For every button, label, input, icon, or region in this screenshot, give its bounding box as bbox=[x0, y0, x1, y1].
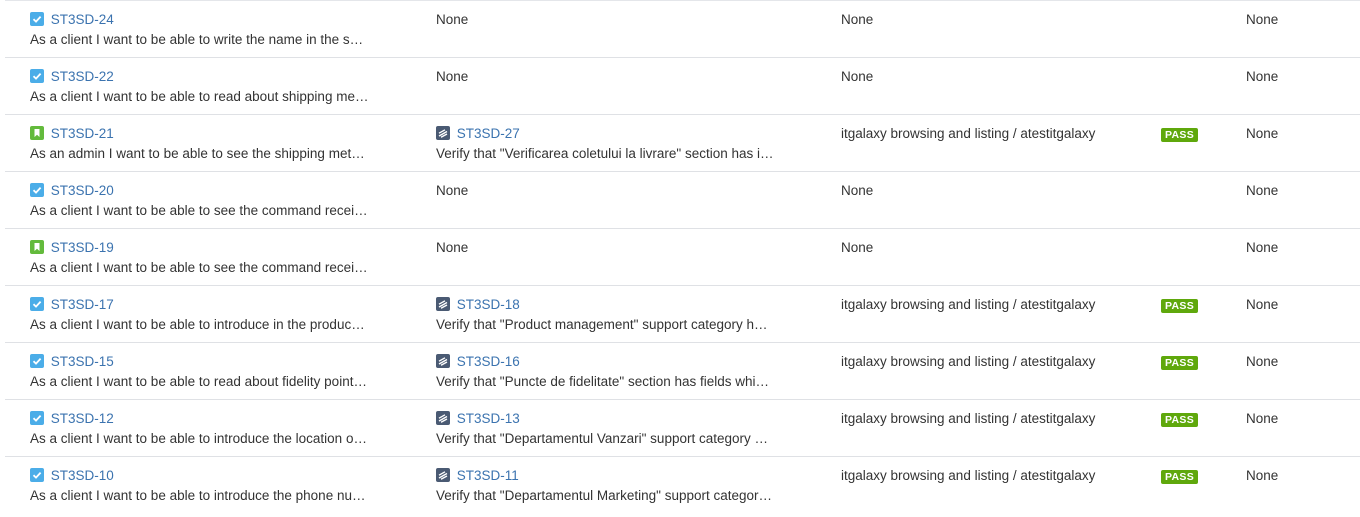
test-none-text: None bbox=[436, 12, 469, 27]
issue-summary: As a client I want to be able to introdu… bbox=[30, 317, 365, 332]
defects-text: None bbox=[1246, 183, 1279, 198]
table-row: ST3SD-24 As a client I want to be able t… bbox=[5, 0, 1360, 57]
status-badge: PASS bbox=[1161, 356, 1199, 370]
table-row: ST3SD-21 As an admin I want to be able t… bbox=[5, 114, 1360, 171]
execution-text: None bbox=[841, 69, 874, 84]
story-checkbox-icon bbox=[30, 69, 44, 84]
test-icon bbox=[436, 354, 450, 369]
test-icon bbox=[436, 126, 450, 141]
story-checkbox-icon bbox=[30, 297, 44, 312]
test-summary: Verify that "Verificarea coletului la li… bbox=[436, 146, 774, 161]
issue-summary: As a client I want to be able to write t… bbox=[30, 32, 364, 47]
test-summary: Verify that "Departamentul Marketing" su… bbox=[436, 488, 772, 503]
defects-text: None bbox=[1246, 354, 1279, 369]
test-icon bbox=[436, 468, 450, 483]
table-row: ST3SD-15 As a client I want to be able t… bbox=[5, 342, 1360, 399]
issue-key-link[interactable]: ST3SD-24 bbox=[51, 12, 114, 27]
story-checkbox-icon bbox=[30, 468, 44, 483]
status-badge: PASS bbox=[1161, 470, 1199, 484]
defects-text: None bbox=[1246, 468, 1279, 483]
execution-text: itgalaxy browsing and listing / atestitg… bbox=[841, 354, 1096, 369]
issue-key-link[interactable]: ST3SD-22 bbox=[51, 69, 114, 84]
execution-text: itgalaxy browsing and listing / atestitg… bbox=[841, 468, 1096, 483]
test-none-text: None bbox=[436, 183, 469, 198]
test-icon bbox=[436, 297, 450, 312]
test-key-link[interactable]: ST3SD-13 bbox=[457, 411, 520, 426]
bookmark-icon bbox=[30, 126, 44, 141]
issue-key-link[interactable]: ST3SD-20 bbox=[51, 183, 114, 198]
bookmark-icon bbox=[30, 240, 44, 255]
defects-text: None bbox=[1246, 12, 1279, 27]
story-checkbox-icon bbox=[30, 411, 44, 426]
table-row: ST3SD-20 As a client I want to be able t… bbox=[5, 171, 1360, 228]
test-key-link[interactable]: ST3SD-16 bbox=[457, 354, 520, 369]
issue-summary: As a client I want to be able to introdu… bbox=[30, 431, 367, 446]
issue-key-link[interactable]: ST3SD-19 bbox=[51, 240, 114, 255]
defects-text: None bbox=[1246, 69, 1279, 84]
test-summary: Verify that "Puncte de fidelitate" secti… bbox=[436, 374, 770, 389]
test-none-text: None bbox=[436, 240, 469, 255]
issue-summary: As a client I want to be able to see the… bbox=[30, 203, 368, 218]
execution-text: itgalaxy browsing and listing / atestitg… bbox=[841, 126, 1096, 141]
defects-text: None bbox=[1246, 126, 1279, 141]
defects-text: None bbox=[1246, 240, 1279, 255]
status-badge: PASS bbox=[1161, 128, 1199, 142]
test-summary: Verify that "Departamentul Vanzari" supp… bbox=[436, 431, 768, 446]
table-row: ST3SD-12 As a client I want to be able t… bbox=[5, 399, 1360, 456]
traceability-table: ST3SD-24 As a client I want to be able t… bbox=[5, 0, 1360, 513]
execution-text: itgalaxy browsing and listing / atestitg… bbox=[841, 411, 1096, 426]
issue-key-link[interactable]: ST3SD-21 bbox=[51, 126, 114, 141]
issue-key-link[interactable]: ST3SD-10 bbox=[51, 468, 114, 483]
execution-text: itgalaxy browsing and listing / atestitg… bbox=[841, 297, 1096, 312]
issue-summary: As a client I want to be able to read ab… bbox=[30, 374, 367, 389]
status-badge: PASS bbox=[1161, 413, 1199, 427]
test-key-link[interactable]: ST3SD-18 bbox=[457, 297, 520, 312]
table-row: ST3SD-17 As a client I want to be able t… bbox=[5, 285, 1360, 342]
test-key-link[interactable]: ST3SD-11 bbox=[457, 468, 519, 483]
table-row: ST3SD-10 As a client I want to be able t… bbox=[5, 456, 1360, 513]
story-checkbox-icon bbox=[30, 354, 44, 369]
execution-text: None bbox=[841, 12, 874, 27]
defects-text: None bbox=[1246, 411, 1279, 426]
execution-text: None bbox=[841, 183, 874, 198]
story-checkbox-icon bbox=[30, 12, 44, 27]
test-icon bbox=[436, 411, 450, 426]
test-none-text: None bbox=[436, 69, 469, 84]
issue-key-link[interactable]: ST3SD-15 bbox=[51, 354, 114, 369]
issue-summary: As an admin I want to be able to see the… bbox=[30, 146, 365, 161]
defects-text: None bbox=[1246, 297, 1279, 312]
table-row: ST3SD-22 As a client I want to be able t… bbox=[5, 57, 1360, 114]
test-summary: Verify that "Product management" support… bbox=[436, 317, 768, 332]
table-row: ST3SD-19 As a client I want to be able t… bbox=[5, 228, 1360, 285]
issue-summary: As a client I want to be able to see the… bbox=[30, 260, 368, 275]
issue-key-link[interactable]: ST3SD-17 bbox=[51, 297, 114, 312]
issue-key-link[interactable]: ST3SD-12 bbox=[51, 411, 114, 426]
issue-summary: As a client I want to be able to read ab… bbox=[30, 89, 369, 104]
status-badge: PASS bbox=[1161, 299, 1199, 313]
test-key-link[interactable]: ST3SD-27 bbox=[457, 126, 520, 141]
issue-summary: As a client I want to be able to introdu… bbox=[30, 488, 366, 503]
story-checkbox-icon bbox=[30, 183, 44, 198]
execution-text: None bbox=[841, 240, 874, 255]
